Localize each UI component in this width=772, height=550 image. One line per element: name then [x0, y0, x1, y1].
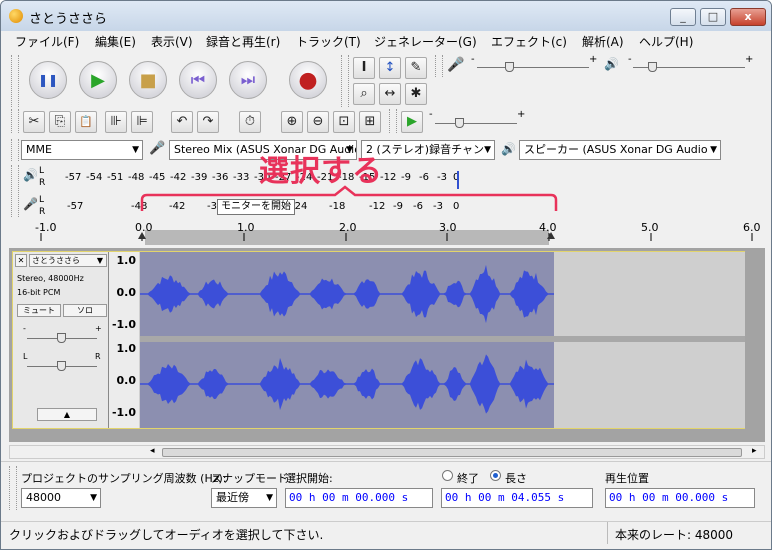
status-divider: [607, 522, 608, 544]
selection-length-value: 00 h 00 m 04.055 s: [445, 491, 565, 504]
snap-mode-value: 最近傍: [216, 491, 249, 504]
right-pan-label: R: [95, 352, 101, 361]
left-pan-label: L: [23, 352, 28, 361]
amplitude-label: 1.0: [116, 342, 137, 355]
annotation-bracket: [140, 185, 558, 211]
close-track-button[interactable]: ✕: [15, 254, 27, 267]
amplitude-label: 1.0: [116, 254, 137, 267]
ruler-ticks: [40, 232, 753, 241]
length-radio-label: 長さ: [505, 472, 527, 485]
vertical-ruler: 1.0 0.0 -1.0 1.0 0.0 -1.0: [109, 252, 139, 428]
track-name: さとうささら: [32, 256, 80, 265]
annotation-label: 選択する: [259, 154, 383, 189]
horizontal-scrollbar[interactable]: ◂ ▸: [9, 445, 765, 459]
gain-slider[interactable]: [57, 333, 66, 343]
toolbar-grip[interactable]: [9, 466, 17, 510]
snap-mode-label: スナップモード: [211, 472, 288, 485]
track-rate: Stereo, 48000Hz: [17, 274, 84, 283]
play-position-value: 00 h 00 m 00.000 s: [609, 491, 729, 504]
play-position-label: 再生位置: [605, 472, 649, 485]
track-format: 16-bit PCM: [17, 288, 61, 297]
end-radio[interactable]: [442, 470, 453, 481]
status-bar: クリックおよびドラッグしてオーディオを選択して下さい. 本来のレート: 4800…: [1, 521, 771, 544]
selection-start-value: 00 h 00 m 00.000 s: [289, 491, 409, 504]
radio-dot: [493, 473, 498, 478]
chevron-right-icon[interactable]: ▸: [752, 446, 757, 456]
waveform: [140, 252, 745, 428]
end-radio-label: 終了: [457, 472, 479, 485]
audio-track[interactable]: ✕ さとうささら ▼ Stereo, 48000Hz 16-bit PCM ミュー…: [12, 251, 745, 429]
chevron-left-icon[interactable]: ◂: [150, 446, 155, 456]
tooltip: モニターを開始: [217, 199, 295, 215]
project-rate-value: 48000: [26, 491, 61, 504]
selection-start-label: 選択開始:: [285, 472, 333, 485]
track-menu-button[interactable]: さとうささら ▼: [29, 254, 107, 267]
channel-separator: [140, 336, 745, 342]
project-rate-select[interactable]: 48000 ▼: [21, 488, 101, 508]
track-panel: ✕ さとうささら ▼ Stereo, 48000Hz 16-bit PCM ミュー…: [9, 248, 765, 442]
track-control-panel: ✕ さとうささら ▼ Stereo, 48000Hz 16-bit PCM ミュー…: [13, 252, 109, 428]
amplitude-label: -1.0: [111, 318, 136, 331]
snap-mode-select[interactable]: 最近傍 ▼: [211, 488, 277, 508]
app-window: さとうささら _ □ x ファイル(F) 編集(E) 表示(V) 録音と再生(r…: [0, 0, 772, 550]
project-rate-label: プロジェクトのサンプリング周波数 (Hz):: [21, 472, 227, 485]
selection-toolbar: プロジェクトのサンプリング周波数 (Hz): 48000 ▼ スナップモード 最近…: [1, 461, 771, 519]
scrollbar-thumb[interactable]: [162, 448, 742, 457]
collapse-track-button[interactable]: ▲: [37, 408, 97, 421]
timeline-ruler[interactable]: -1.0 0.0 1.0 2.0 3.0 4.0 5.0 6.0: [1, 219, 771, 247]
play-position-field[interactable]: 00 h 00 m 00.000 s: [605, 488, 755, 508]
chevron-down-icon: ▼: [90, 493, 97, 503]
selection-start-field[interactable]: 00 h 00 m 00.000 s: [285, 488, 433, 508]
status-rate: 本来のレート: 48000: [615, 528, 734, 542]
plus-icon: +: [95, 324, 102, 333]
mute-button[interactable]: ミュート: [17, 304, 61, 317]
length-radio[interactable]: [490, 470, 501, 481]
amplitude-label: -1.0: [111, 406, 136, 419]
chevron-down-icon: ▼: [266, 493, 273, 503]
selection-length-field[interactable]: 00 h 00 m 04.055 s: [441, 488, 593, 508]
minus-icon: -: [23, 324, 26, 333]
status-hint: クリックおよびドラッグしてオーディオを選択して下さい.: [9, 528, 324, 542]
solo-button[interactable]: ソロ: [63, 304, 107, 317]
chevron-down-icon: ▼: [96, 256, 103, 265]
amplitude-label: 0.0: [116, 374, 137, 387]
amplitude-label: 0.0: [116, 286, 137, 299]
waveform-area[interactable]: [140, 252, 745, 428]
pan-slider[interactable]: [57, 361, 66, 371]
